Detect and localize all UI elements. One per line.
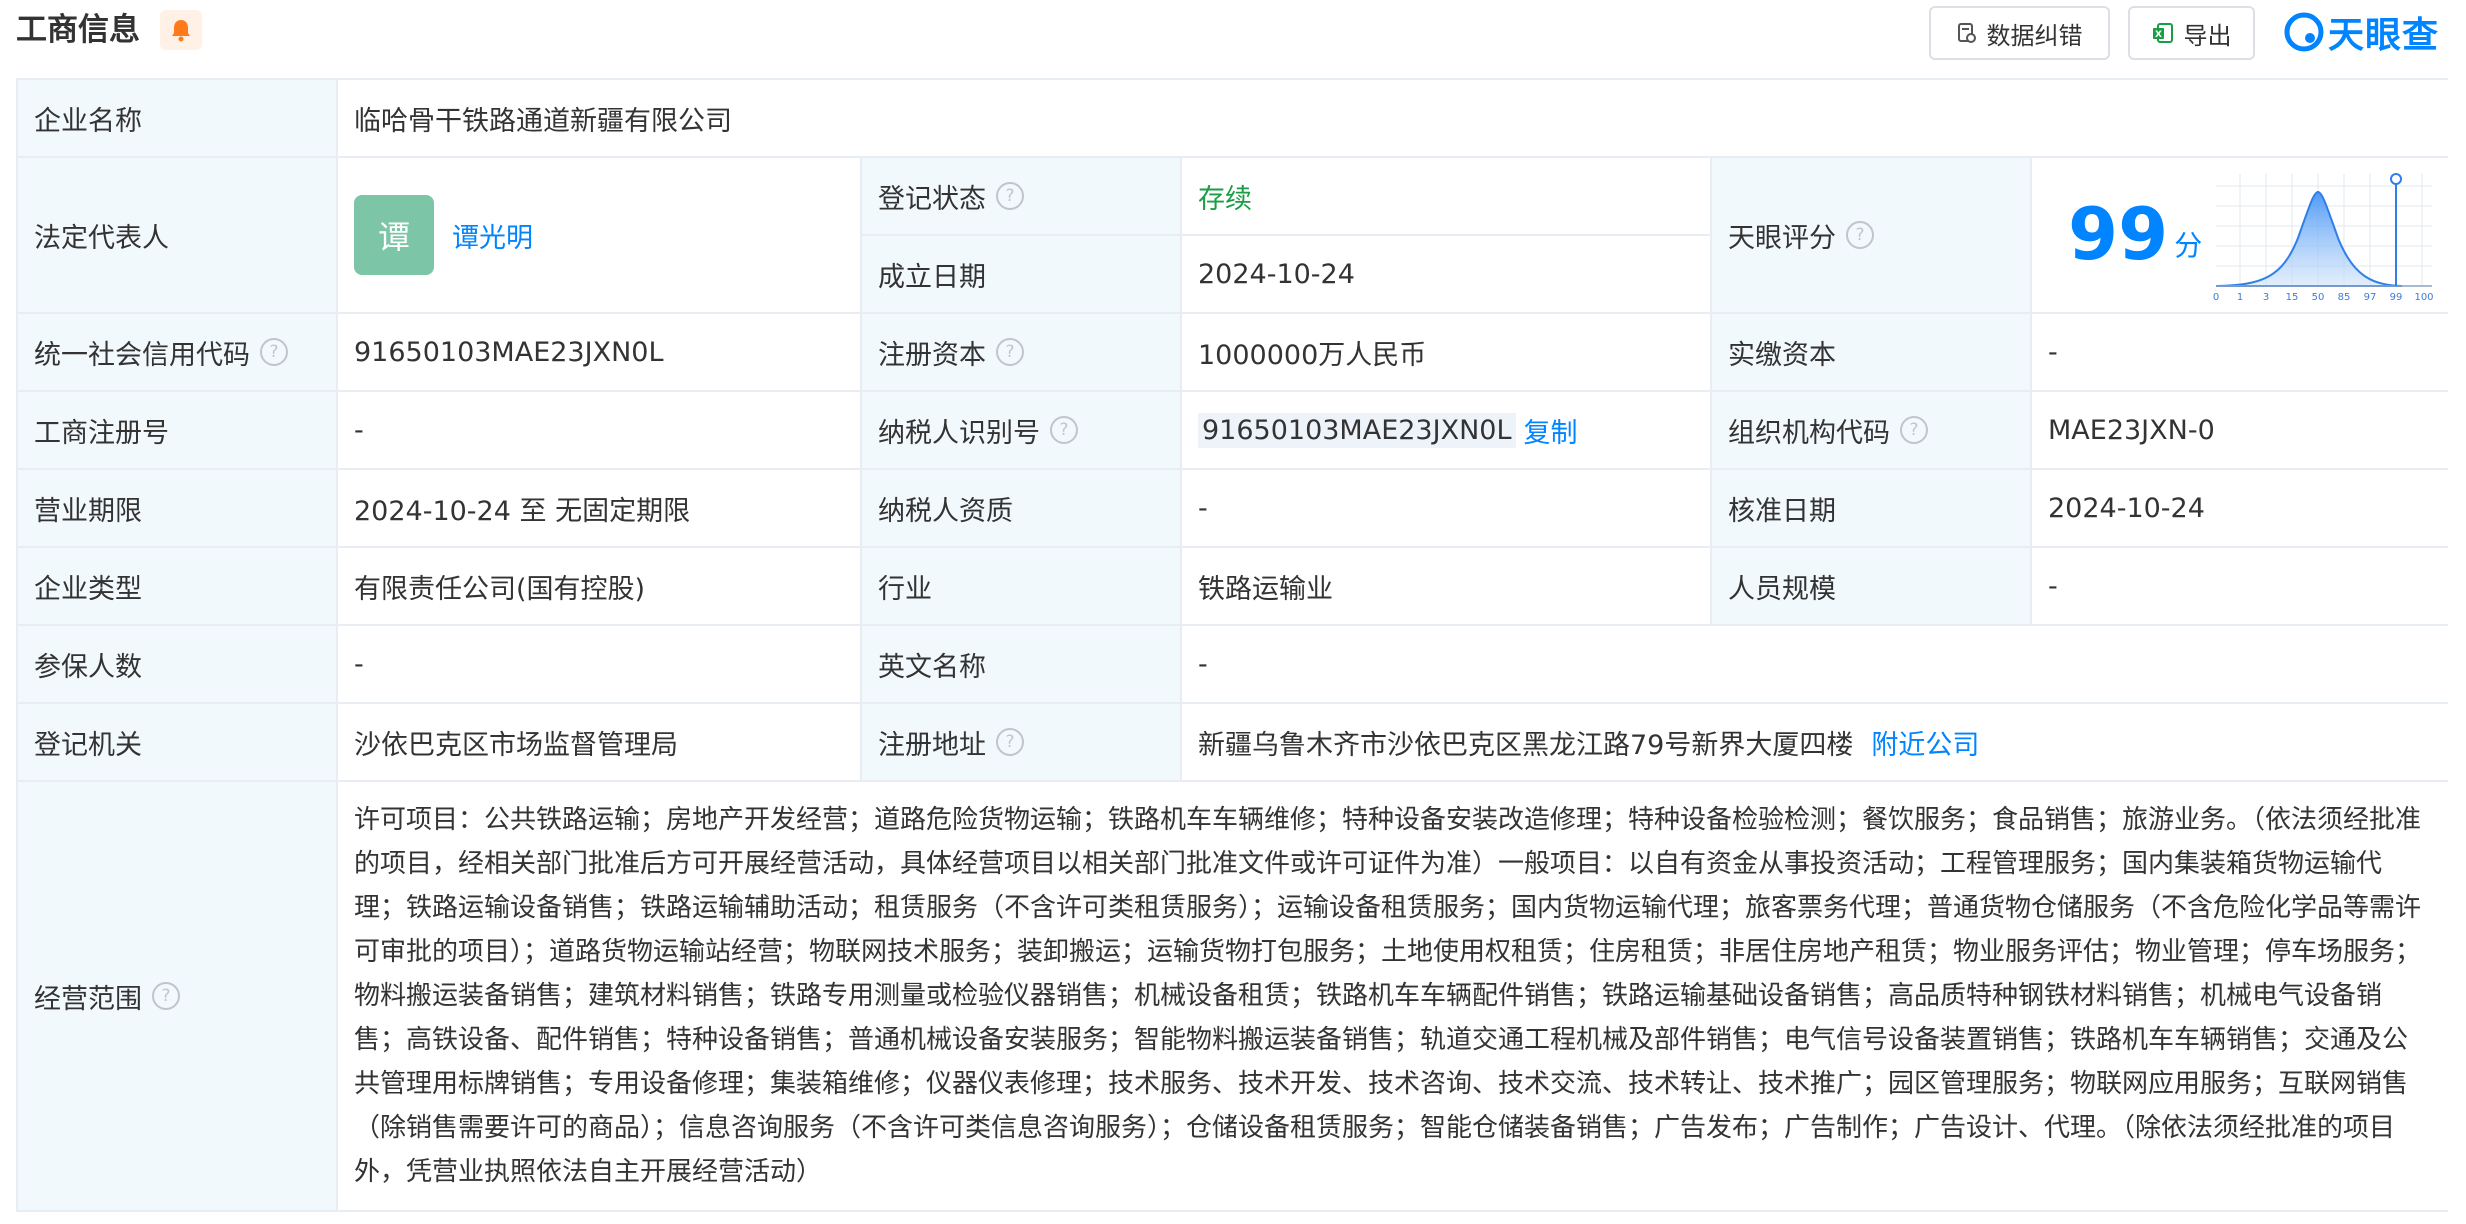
taxpayer-id-label: 纳税人识别号? bbox=[862, 392, 1182, 470]
scope-value: 许可项目：公共铁路运输；房地产开发经营；道路危险货物运输；铁路机车车辆维修；特种… bbox=[338, 782, 2448, 1210]
help-icon[interactable]: ? bbox=[152, 982, 180, 1010]
tianyancha-logo-icon bbox=[2284, 12, 2324, 52]
approval-date-label: 核准日期 bbox=[1712, 470, 2032, 548]
address-label: 注册地址? bbox=[862, 704, 1182, 782]
insured-label: 参保人数 bbox=[18, 626, 338, 704]
tianyancha-logo[interactable]: 天眼查 bbox=[2284, 4, 2439, 60]
org-code-label: 组织机构代码? bbox=[1712, 392, 2032, 470]
avatar[interactable]: 谭 bbox=[354, 195, 434, 275]
paid-capital-value: - bbox=[2032, 314, 2448, 392]
help-icon[interactable]: ? bbox=[1050, 416, 1078, 444]
staff-size-label: 人员规模 bbox=[1712, 548, 2032, 626]
biz-reg-no-value: - bbox=[338, 392, 862, 470]
status-value: 存续 bbox=[1182, 158, 1712, 236]
data-report-button[interactable]: 数据纠错 bbox=[1929, 6, 2110, 60]
svg-text:X: X bbox=[2155, 30, 2162, 40]
help-icon[interactable]: ? bbox=[1846, 221, 1874, 249]
company-name-value: 临哈骨干铁路通道新疆有限公司 bbox=[338, 80, 2448, 158]
help-icon[interactable]: ? bbox=[996, 182, 1024, 210]
english-name-label: 英文名称 bbox=[862, 626, 1182, 704]
org-code-value: MAE23JXN-0 bbox=[2032, 392, 2448, 470]
taxpayer-qual-label: 纳税人资质 bbox=[862, 470, 1182, 548]
term-label: 营业期限 bbox=[18, 470, 338, 548]
rating-axis-tick: 1 bbox=[2237, 292, 2243, 303]
rating-axis-tick: 15 bbox=[2286, 292, 2299, 303]
copy-button[interactable]: 复制 bbox=[1524, 411, 1578, 450]
status-label: 登记状态? bbox=[862, 158, 1182, 236]
nearby-companies-link[interactable]: 附近公司 bbox=[1871, 723, 1979, 762]
scope-label: 经营范围? bbox=[18, 782, 338, 1210]
rating-unit: 分 bbox=[2174, 229, 2203, 262]
business-info-table: 企业名称 临哈骨干铁路通道新疆有限公司 法定代表人 谭 谭光明 登记状态? 存续… bbox=[16, 78, 2448, 1212]
approval-date-value: 2024-10-24 bbox=[2032, 470, 2448, 548]
help-icon[interactable]: ? bbox=[1900, 416, 1928, 444]
taxpayer-qual-value: - bbox=[1182, 470, 1712, 548]
rating-distribution-chart: 0 1 3 15 50 85 97 99 100 bbox=[2213, 173, 2434, 303]
established-value: 2024-10-24 bbox=[1182, 236, 1712, 314]
legal-rep-value: 谭 谭光明 bbox=[338, 158, 862, 314]
logo-text: 天眼查 bbox=[2328, 15, 2440, 56]
rating-axis-tick: 0 bbox=[2213, 292, 2219, 303]
follow-bell-button[interactable] bbox=[160, 10, 202, 50]
rating-value[interactable]: 99 分 0 1 3 15 50 85 97 99 100 bbox=[2032, 158, 2448, 314]
rating-score: 99 bbox=[2068, 192, 2169, 276]
help-icon[interactable]: ? bbox=[260, 338, 288, 366]
rating-axis-tick: 85 bbox=[2338, 292, 2351, 303]
report-icon bbox=[1957, 23, 1976, 43]
reg-capital-label: 注册资本? bbox=[862, 314, 1182, 392]
page-title: 工商信息 bbox=[16, 12, 140, 48]
address-value: 新疆乌鲁木齐市沙依巴克区黑龙江路79号新界大厦四楼 附近公司 bbox=[1182, 704, 2448, 782]
address-text: 新疆乌鲁木齐市沙依巴克区黑龙江路79号新界大厦四楼 bbox=[1198, 729, 1854, 761]
rating-axis-tick: 99 bbox=[2390, 292, 2403, 303]
taxpayer-id-value: 91650103MAE23JXN0L 复制 bbox=[1182, 392, 1712, 470]
authority-value: 沙依巴克区市场监督管理局 bbox=[338, 704, 862, 782]
type-label: 企业类型 bbox=[18, 548, 338, 626]
type-value: 有限责任公司(国有控股) bbox=[338, 548, 862, 626]
status-badge: 存续 bbox=[1198, 183, 1252, 215]
export-label: 导出 bbox=[2183, 21, 2232, 50]
header: 工商信息 数据纠错 X 导出 天眼查 bbox=[0, 0, 2466, 72]
established-label: 成立日期 bbox=[862, 236, 1182, 314]
credit-code-value: 91650103MAE23JXN0L bbox=[338, 314, 862, 392]
biz-reg-no-label: 工商注册号 bbox=[18, 392, 338, 470]
company-name-label: 企业名称 bbox=[18, 80, 338, 158]
bell-icon bbox=[172, 20, 190, 42]
staff-size-value: - bbox=[2032, 548, 2448, 626]
insured-value: - bbox=[338, 626, 862, 704]
help-icon[interactable]: ? bbox=[996, 338, 1024, 366]
legal-rep-label: 法定代表人 bbox=[18, 158, 338, 314]
paid-capital-label: 实缴资本 bbox=[1712, 314, 2032, 392]
data-report-label: 数据纠错 bbox=[1986, 21, 2083, 50]
industry-label: 行业 bbox=[862, 548, 1182, 626]
help-icon[interactable]: ? bbox=[996, 728, 1024, 756]
industry-value: 铁路运输业 bbox=[1182, 548, 1712, 626]
rating-axis-tick: 100 bbox=[2414, 292, 2433, 303]
english-name-value: - bbox=[1182, 626, 2448, 704]
taxpayer-id-text[interactable]: 91650103MAE23JXN0L bbox=[1198, 412, 1516, 448]
term-value: 2024-10-24 至 无固定期限 bbox=[338, 470, 862, 548]
authority-label: 登记机关 bbox=[18, 704, 338, 782]
export-button[interactable]: X 导出 bbox=[2128, 6, 2255, 60]
rating-axis-tick: 97 bbox=[2364, 292, 2377, 303]
excel-icon: X bbox=[2152, 23, 2173, 43]
credit-code-label: 统一社会信用代码? bbox=[18, 314, 338, 392]
rating-axis-tick: 3 bbox=[2263, 292, 2269, 303]
rating-axis-tick: 50 bbox=[2312, 292, 2325, 303]
legal-rep-link[interactable]: 谭光明 bbox=[452, 216, 533, 255]
rating-label: 天眼评分? bbox=[1712, 158, 2032, 314]
reg-capital-value: 1000000万人民币 bbox=[1182, 314, 1712, 392]
